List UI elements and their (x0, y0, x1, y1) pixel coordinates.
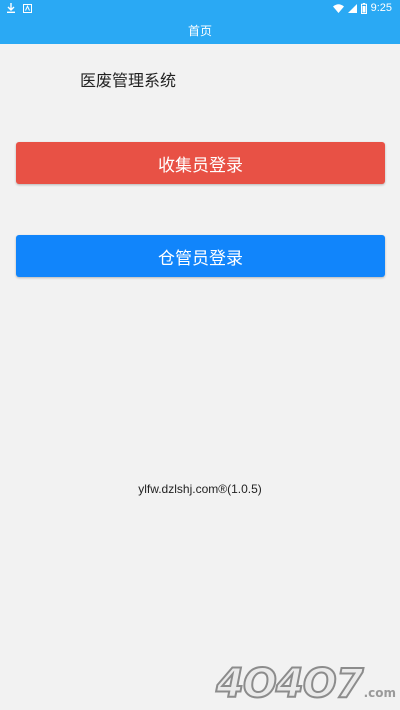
status-right-icons: 9:25 (332, 1, 392, 15)
status-bar: 9:25 (0, 0, 400, 16)
wifi-icon (332, 2, 344, 14)
battery-icon (360, 2, 367, 14)
status-time: 9:25 (370, 2, 392, 14)
watermark-main-text: 4O4O7 (215, 661, 365, 707)
status-left-icons (7, 2, 32, 14)
watermark-suffix-text: .com (363, 686, 396, 700)
download-icon (7, 2, 15, 14)
app-notification-icon (23, 2, 32, 14)
system-heading: 医废管理系统 (80, 71, 177, 90)
collector-login-button[interactable]: 收集员登录 (16, 142, 385, 184)
page-title: 首页 (187, 23, 212, 38)
app-bar: 首页 (0, 16, 400, 44)
watermark-logo: 4O4O7 .com (215, 661, 396, 707)
warehouse-login-button[interactable]: 仓管员登录 (16, 235, 385, 277)
footer-version-text: ylfw.dzlshj.com®(1.0.5) (138, 482, 262, 496)
signal-icon (347, 2, 357, 14)
